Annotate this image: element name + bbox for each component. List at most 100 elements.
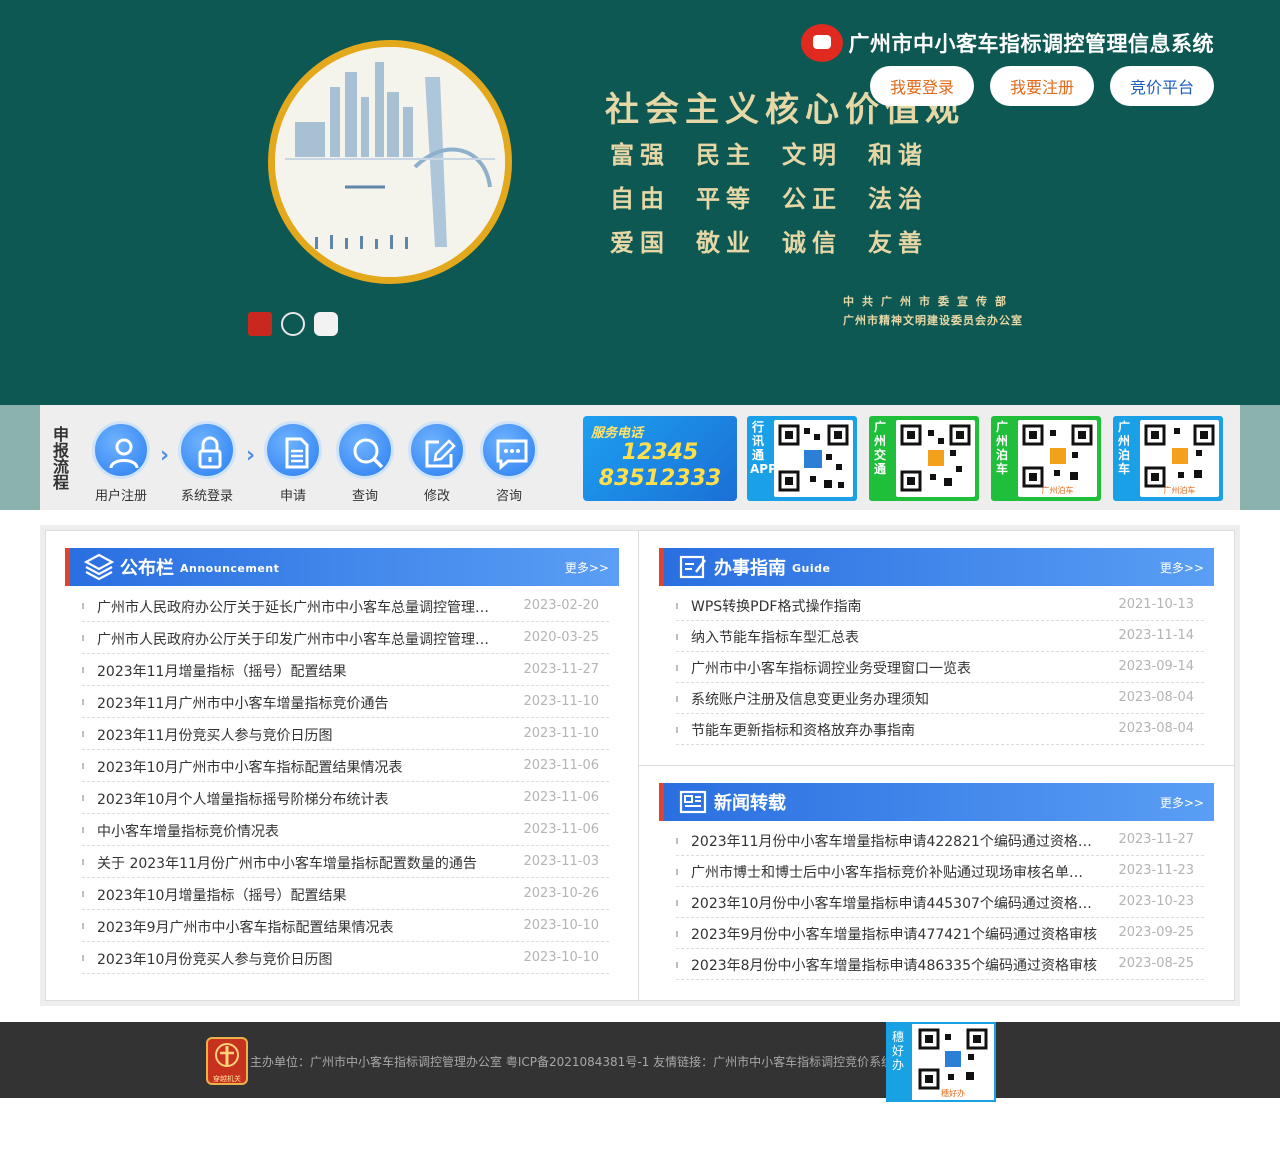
badge-caption: 穿越机关 — [213, 1075, 241, 1083]
list-item[interactable]: WPS转换PDF格式操作指南 2021-10-13 — [676, 590, 1204, 621]
panel-title: 公布栏 Announcement — [120, 554, 279, 580]
item-title: 2023年11月广州市中小客车增量指标竞价通告 — [97, 696, 389, 712]
circle-seal-icon — [281, 312, 305, 336]
qr-tag: 穗好办 — [891, 1030, 904, 1072]
list-item[interactable]: 中小客车增量指标竞价情况表 2023-11-06 — [82, 814, 609, 846]
news-list: 2023年11月份中小客车增量指标申请422821个编码通过资格… 2023-11… — [676, 825, 1204, 980]
list-item[interactable]: 2023年10月广州市中小客车指标配置结果情况表 2023-11-06 — [82, 750, 609, 782]
item-date: 2023-08-04 — [1118, 721, 1194, 736]
list-item[interactable]: 系统账户注册及信息变更业务办理须知 2023-08-04 — [676, 683, 1204, 714]
footer: 穿越机关 主办单位：广州市中小客车指标调控管理办公室 粤ICP备20210843… — [0, 1022, 1280, 1102]
bidding-platform-button[interactable]: 竞价平台 — [1110, 66, 1214, 106]
step-consult[interactable]: 咨询 — [474, 421, 544, 504]
edit-icon — [408, 421, 466, 479]
banner: 社会主义核心价值观 富强 民主 文明 和谐 自由 平等 公正 法治 爱国 敬业 … — [0, 0, 1280, 405]
qr-guangzhou-parking-wechat[interactable]: 广州泊车 广州泊车 — [991, 416, 1101, 501]
list-item[interactable]: 2023年11月份中小客车增量指标申请422821个编码通过资格… 2023-11… — [676, 825, 1204, 856]
list-item[interactable]: 2023年11月增量指标（摇号）配置结果 2023-11-27 — [82, 654, 609, 686]
list-item[interactable]: 广州市中小客车指标调控业务受理窗口一览表 2023-09-14 — [676, 652, 1204, 683]
list-item[interactable]: 2023年10月份竞买人参与竞价日历图 2023-10-10 — [82, 942, 609, 974]
process-label: 申报流程 — [52, 425, 69, 492]
step-user-register[interactable]: 用户注册 — [86, 421, 156, 504]
list-item[interactable]: 广州市人民政府办公厅关于印发广州市中小客车总量调控管理… 2020-03-25 — [82, 622, 609, 654]
step-label: 系统登录 — [180, 489, 233, 504]
edit-document-icon — [679, 555, 706, 579]
qr-xingxuntong-app[interactable]: 行讯通APP — [747, 416, 857, 501]
list-item[interactable]: 纳入节能车指标车型汇总表 2023-11-14 — [676, 621, 1204, 652]
core-value: 诚信 — [782, 228, 842, 257]
step-apply[interactable]: 申请 — [258, 421, 328, 504]
core-values-grid: 富强 民主 文明 和谐 自由 平等 公正 法治 爱国 敬业 诚信 友善 — [610, 140, 950, 258]
qr-guangzhou-traffic[interactable]: 广州交通 — [869, 416, 979, 501]
list-item[interactable]: 节能车更新指标和资格放弃办事指南 2023-08-04 — [676, 714, 1204, 745]
step-modify[interactable]: 修改 — [402, 421, 472, 504]
more-link[interactable]: 更多>> — [565, 559, 609, 576]
step-label: 用户注册 — [94, 489, 147, 504]
list-item[interactable]: 2023年9月广州市中小客车指标配置结果情况表 2023-10-10 — [82, 910, 609, 942]
qr-caption: 广州泊车 — [1163, 486, 1196, 495]
list-item[interactable]: 2023年10月个人增量指标摇号阶梯分布统计表 2023-11-06 — [82, 782, 609, 814]
list-item[interactable]: 2023年11月份竞买人参与竞价日历图 2023-11-10 — [82, 718, 609, 750]
step-system-login[interactable]: 系统登录 — [172, 421, 242, 504]
hotline-number: 83512333 — [598, 466, 722, 491]
news-title: 新闻转载 — [714, 793, 786, 814]
list-item[interactable]: 广州市人民政府办公厅关于延长广州市中小客车总量调控管理… 2023-02-20 — [82, 590, 609, 622]
process-strip: 申报流程 用户注册 › 系统登录 › 申请 查询 修改 咨询 服务电话 1234… — [40, 405, 1240, 510]
service-hotline[interactable]: 服务电话 12345 83512333 — [583, 416, 737, 501]
item-date: 2023-11-10 — [523, 726, 599, 741]
item-title: 2023年11月增量指标（摇号）配置结果 — [97, 664, 347, 680]
qr-guangzhou-parking-alipay[interactable]: 广州泊车 广州泊车 — [1113, 416, 1223, 501]
qr-tag: 行讯通APP — [750, 420, 777, 476]
more-link[interactable]: 更多>> — [1160, 794, 1204, 811]
list-item[interactable]: 关于 2023年11月份广州市中小客车增量指标配置数量的通告 2023-11-03 — [82, 846, 609, 878]
user-icon — [92, 421, 150, 479]
list-item[interactable]: 2023年10月增量指标（摇号）配置结果 2023-10-26 — [82, 878, 609, 910]
core-value: 法治 — [868, 184, 928, 213]
qr-code-icon — [774, 420, 853, 497]
item-date: 2023-11-06 — [523, 790, 599, 805]
item-date: 2023-11-06 — [523, 758, 599, 773]
layers-icon — [84, 553, 114, 581]
qr-code-icon: 广州泊车 — [1140, 420, 1219, 497]
item-title: 广州市博士和博士后中小客车指标竞价补贴通过现场审核名单… — [691, 865, 1083, 881]
list-item[interactable]: 2023年8月份中小客车增量指标申请486335个编码通过资格审核 2023-08… — [676, 949, 1204, 980]
lock-icon — [178, 421, 236, 479]
footer-text[interactable]: 主办单位：广州市中小客车指标调控管理办公室 粤ICP备2021084381号-1… — [250, 1053, 893, 1070]
step-query[interactable]: 查询 — [330, 421, 400, 504]
list-item[interactable]: 2023年10月份中小客车增量指标申请445307个编码通过资格… 2023-10… — [676, 887, 1204, 918]
system-brand[interactable]: 广州市中小客车指标调控管理信息系统 — [800, 24, 1215, 62]
announcement-title: 公布栏 — [120, 558, 174, 579]
register-button[interactable]: 我要注册 — [990, 66, 1094, 106]
core-value: 和谐 — [868, 140, 928, 169]
qr-tag: 广州泊车 — [995, 420, 1008, 476]
login-button[interactable]: 我要登录 — [870, 66, 974, 106]
item-date: 2023-10-10 — [523, 950, 599, 965]
list-item[interactable]: 广州市博士和博士后中小客车指标竞价补贴通过现场审核名单… 2023-11-23 — [676, 856, 1204, 887]
guide-header: 办事指南 Guide 更多>> — [659, 548, 1214, 586]
list-item[interactable]: 2023年9月份中小客车增量指标申请477421个编码通过资格审核 2023-09… — [676, 918, 1204, 949]
step-label: 咨询 — [495, 489, 522, 504]
qr-tag: 广州交通 — [873, 420, 886, 476]
step-label: 申请 — [279, 489, 306, 504]
document-icon — [264, 421, 322, 479]
core-value: 友善 — [868, 228, 928, 257]
qr-suihaoban[interactable]: 穗好办 穗好办 — [886, 1022, 996, 1102]
item-title: 关于 2023年11月份广州市中小客车增量指标配置数量的通告 — [97, 856, 477, 872]
panel-title: 办事指南 Guide — [714, 554, 830, 580]
government-badge-icon[interactable]: 穿越机关 — [206, 1037, 248, 1085]
qr-code-icon: 广州泊车 — [1018, 420, 1097, 497]
more-link[interactable]: 更多>> — [1160, 559, 1204, 576]
core-value: 平等 — [696, 184, 756, 213]
announcement-header: 公布栏 Announcement 更多>> — [65, 548, 619, 586]
announcement-list: 广州市人民政府办公厅关于延长广州市中小客车总量调控管理… 2023-02-20 广… — [82, 590, 609, 974]
item-date: 2023-10-23 — [1118, 894, 1194, 909]
qr-code-icon: 穗好办 — [912, 1024, 994, 1100]
item-title: 2023年10月份中小客车增量指标申请445307个编码通过资格… — [691, 896, 1092, 912]
item-date: 2023-10-10 — [523, 918, 599, 933]
item-title: 节能车更新指标和资格放弃办事指南 — [691, 723, 915, 739]
item-date: 2023-10-26 — [523, 886, 599, 901]
newspaper-icon — [679, 790, 707, 814]
item-date: 2023-02-20 — [523, 598, 599, 613]
list-item[interactable]: 2023年11月广州市中小客车增量指标竞价通告 2023-11-10 — [82, 686, 609, 718]
step-label: 修改 — [423, 489, 450, 504]
